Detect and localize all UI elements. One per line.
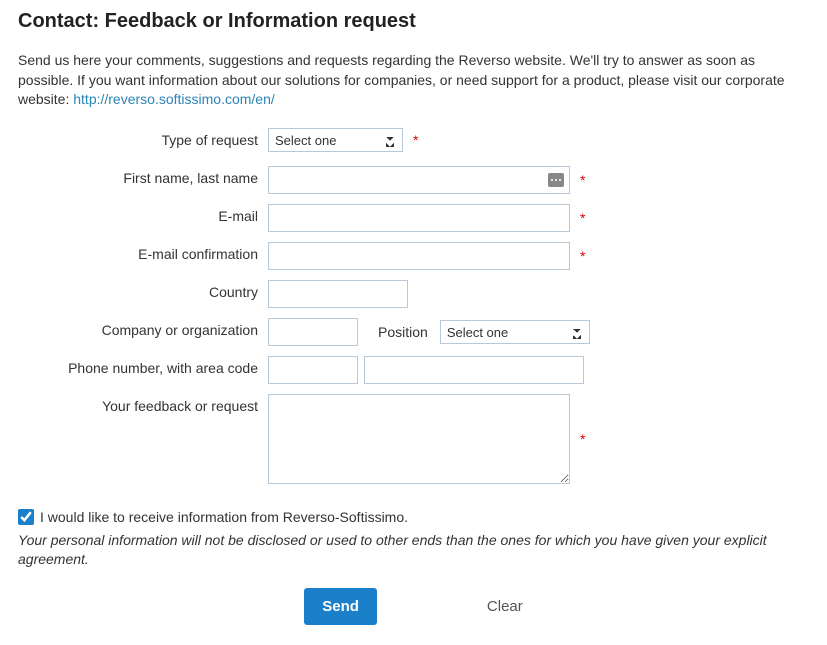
intro-paragraph: Send us here your comments, suggestions … (18, 51, 809, 110)
consent-checkbox[interactable] (18, 509, 34, 525)
required-marker: * (580, 431, 585, 447)
consent-label: I would like to receive information from… (40, 509, 408, 525)
required-marker: * (580, 248, 585, 264)
area-code-input[interactable] (268, 356, 358, 384)
page-title: Contact: Feedback or Information request (18, 10, 809, 33)
corporate-link[interactable]: http://reverso.softissimo.com/en/ (73, 91, 275, 107)
email-input[interactable] (268, 204, 570, 232)
email-conf-label: E-mail confirmation (18, 242, 268, 262)
company-input[interactable] (268, 318, 358, 346)
required-marker: * (580, 210, 585, 226)
ellipsis-icon (548, 173, 564, 187)
required-marker: * (413, 132, 418, 148)
feedback-textarea[interactable] (268, 394, 570, 484)
name-input[interactable] (268, 166, 570, 194)
type-of-request-label: Type of request (18, 128, 268, 148)
name-label: First name, last name (18, 166, 268, 186)
phone-number-input[interactable] (364, 356, 584, 384)
email-confirmation-input[interactable] (268, 242, 570, 270)
country-input[interactable] (268, 280, 408, 308)
clear-button[interactable]: Clear (487, 588, 523, 625)
country-label: Country (18, 280, 268, 300)
company-label: Company or organization (18, 318, 268, 338)
position-label: Position (364, 324, 434, 340)
email-label: E-mail (18, 204, 268, 224)
feedback-label: Your feedback or request (18, 394, 268, 414)
required-marker: * (580, 172, 585, 188)
type-of-request-select[interactable]: Select one (268, 128, 403, 152)
disclaimer-text: Your personal information will not be di… (18, 531, 809, 570)
send-button[interactable]: Send (304, 588, 377, 625)
position-select[interactable]: Select one (440, 320, 590, 344)
phone-label: Phone number, with area code (18, 356, 268, 376)
